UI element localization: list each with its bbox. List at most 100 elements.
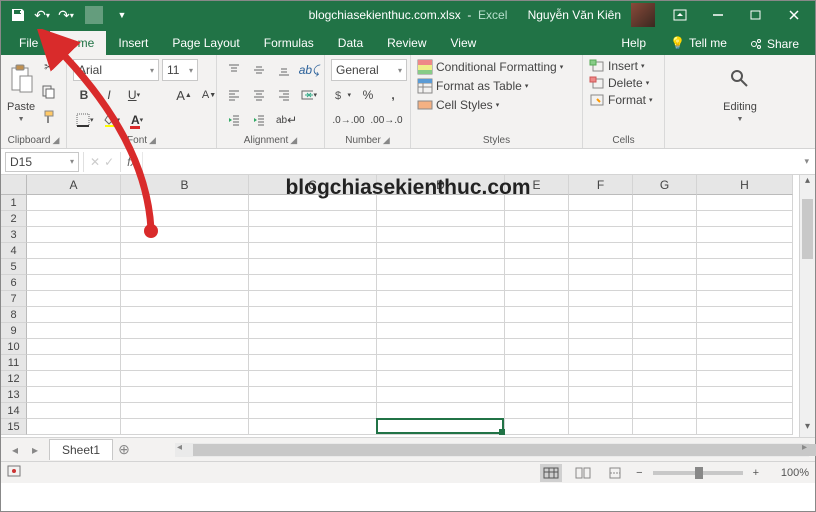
- select-all-corner[interactable]: [1, 175, 27, 195]
- cell[interactable]: [121, 195, 249, 211]
- cell[interactable]: [249, 323, 377, 339]
- cell[interactable]: [505, 371, 569, 387]
- cell[interactable]: [27, 259, 121, 275]
- page-layout-view-icon[interactable]: [572, 464, 594, 482]
- cell[interactable]: [377, 339, 505, 355]
- cell[interactable]: [633, 307, 697, 323]
- cell[interactable]: [633, 403, 697, 419]
- cell[interactable]: [633, 323, 697, 339]
- wrap-text-icon[interactable]: ab↵: [273, 109, 300, 131]
- paste-button[interactable]: Paste ▼: [7, 59, 35, 125]
- sheet-tab-sheet1[interactable]: Sheet1: [49, 439, 113, 460]
- zoom-slider[interactable]: [653, 471, 743, 475]
- cell[interactable]: [697, 323, 793, 339]
- font-name-combo[interactable]: Arial▾: [73, 59, 159, 81]
- align-top-icon[interactable]: [223, 59, 245, 81]
- avatar[interactable]: [631, 3, 655, 27]
- cell[interactable]: [569, 211, 633, 227]
- hscroll-thumb[interactable]: [193, 444, 816, 456]
- cell[interactable]: [569, 387, 633, 403]
- cell[interactable]: [121, 227, 249, 243]
- cell[interactable]: [121, 403, 249, 419]
- font-color-icon[interactable]: A ▾: [126, 109, 148, 131]
- number-dialog-icon[interactable]: ◢: [383, 135, 390, 146]
- cell[interactable]: [377, 307, 505, 323]
- formula-input[interactable]: [142, 152, 798, 172]
- fill-color-icon[interactable]: ▾: [100, 109, 124, 131]
- name-box[interactable]: D15▾: [5, 152, 79, 172]
- maximize-icon[interactable]: [739, 1, 773, 29]
- cell[interactable]: [697, 307, 793, 323]
- ribbon-options-icon[interactable]: [663, 1, 697, 29]
- row-header-2[interactable]: 2: [1, 211, 27, 227]
- cell[interactable]: [569, 419, 633, 435]
- cell[interactable]: [697, 419, 793, 435]
- cell[interactable]: [505, 323, 569, 339]
- cell[interactable]: [27, 275, 121, 291]
- fill-handle[interactable]: [499, 429, 505, 435]
- cell[interactable]: [633, 355, 697, 371]
- cell[interactable]: [377, 355, 505, 371]
- cell[interactable]: [121, 307, 249, 323]
- cell[interactable]: [249, 275, 377, 291]
- fx-icon[interactable]: fx: [121, 155, 142, 169]
- customize-qat-icon[interactable]: ▼: [113, 6, 131, 24]
- cell[interactable]: [569, 403, 633, 419]
- cell[interactable]: [121, 259, 249, 275]
- align-bottom-icon[interactable]: [273, 59, 295, 81]
- scroll-up-icon[interactable]: ▴: [800, 175, 815, 191]
- cell[interactable]: [697, 259, 793, 275]
- cell[interactable]: [633, 387, 697, 403]
- cell[interactable]: [505, 419, 569, 435]
- editing-button[interactable]: Editing ▼: [715, 59, 765, 125]
- cell[interactable]: [27, 243, 121, 259]
- row-header-5[interactable]: 5: [1, 259, 27, 275]
- row-header-3[interactable]: 3: [1, 227, 27, 243]
- cell[interactable]: [121, 339, 249, 355]
- cell[interactable]: [505, 243, 569, 259]
- cell[interactable]: [505, 275, 569, 291]
- cell[interactable]: [249, 371, 377, 387]
- cell[interactable]: [569, 291, 633, 307]
- align-right-icon[interactable]: [273, 84, 295, 106]
- vertical-scrollbar[interactable]: ▴ ▾: [799, 175, 815, 437]
- col-header-H[interactable]: H: [697, 175, 793, 195]
- cell[interactable]: [249, 387, 377, 403]
- row-header-4[interactable]: 4: [1, 243, 27, 259]
- save-icon[interactable]: [9, 6, 27, 24]
- cell[interactable]: [697, 291, 793, 307]
- cell[interactable]: [505, 339, 569, 355]
- enter-formula-icon[interactable]: ✓: [104, 155, 114, 169]
- cell[interactable]: [633, 339, 697, 355]
- cell[interactable]: [121, 243, 249, 259]
- cell[interactable]: [377, 323, 505, 339]
- sheet-nav-first-icon[interactable]: ◂: [5, 440, 25, 460]
- cell[interactable]: [249, 355, 377, 371]
- zoom-in-icon[interactable]: +: [753, 467, 759, 479]
- cell[interactable]: [505, 403, 569, 419]
- tab-help[interactable]: Help: [609, 31, 658, 55]
- cell[interactable]: [27, 323, 121, 339]
- cell[interactable]: [569, 307, 633, 323]
- cell-styles-button[interactable]: Cell Styles▾: [417, 97, 576, 113]
- selected-cell[interactable]: [376, 418, 504, 434]
- format-as-table-button[interactable]: Format as Table▾: [417, 78, 576, 94]
- cell[interactable]: [377, 403, 505, 419]
- cell[interactable]: [697, 403, 793, 419]
- new-sheet-icon[interactable]: ⊕: [113, 441, 135, 458]
- cell[interactable]: [27, 291, 121, 307]
- cell[interactable]: [697, 371, 793, 387]
- cell[interactable]: [505, 227, 569, 243]
- cell[interactable]: [249, 307, 377, 323]
- decrease-decimal-icon[interactable]: .00→.0: [369, 109, 404, 131]
- copy-icon[interactable]: [38, 81, 60, 103]
- minimize-icon[interactable]: [701, 1, 735, 29]
- increase-indent-icon[interactable]: [248, 109, 270, 131]
- cell[interactable]: [569, 275, 633, 291]
- cell[interactable]: [697, 243, 793, 259]
- insert-cells-button[interactable]: Insert▾: [589, 59, 658, 73]
- user-name[interactable]: Nguyễn Văn Kiên: [528, 8, 621, 22]
- tab-pagelayout[interactable]: Page Layout: [160, 31, 251, 55]
- italic-button[interactable]: I: [98, 84, 120, 106]
- col-header-A[interactable]: A: [27, 175, 121, 195]
